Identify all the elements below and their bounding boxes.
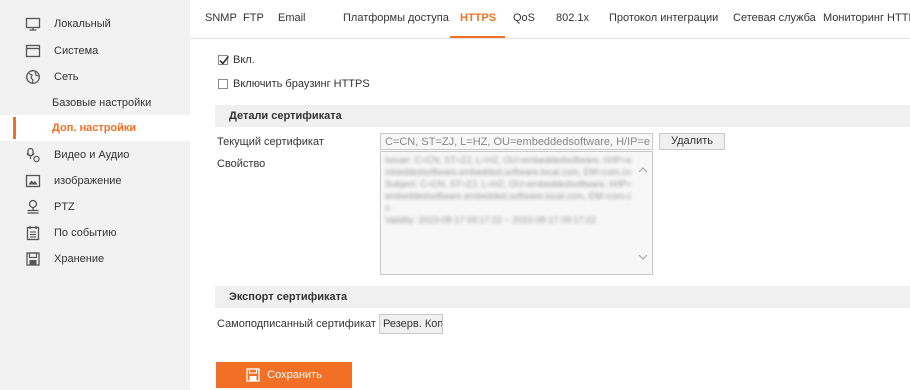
sidebar-item-system[interactable]: Система — [0, 38, 190, 64]
ptz-icon — [25, 199, 41, 215]
tab-bar: SNMP FTP Email Платформы доступа HTTPS Q… — [190, 0, 910, 39]
sidebar-item-local[interactable]: Локальный — [0, 11, 190, 37]
tab-qos[interactable]: QoS — [513, 12, 535, 24]
delete-button[interactable]: Удалить — [659, 133, 725, 150]
sidebar-item-label: PTZ — [54, 201, 75, 213]
save-icon — [246, 368, 260, 382]
sidebar-item-label: Система — [54, 45, 99, 57]
save-button[interactable]: Сохранить — [216, 362, 352, 388]
sidebar-item-storage[interactable]: Хранение — [0, 246, 190, 272]
image-icon — [25, 173, 41, 189]
self-signed-label: Самоподписанный сертификат — [217, 318, 376, 330]
sidebar-item-event[interactable]: По событию — [0, 220, 190, 246]
sidebar-item-label: Доп. настройки — [52, 122, 137, 134]
cert-details-header: Детали сертификата — [215, 105, 910, 127]
sidebar-item-basic-settings[interactable]: Базовые настройки — [0, 90, 190, 116]
scroll-down-icon[interactable] — [638, 254, 648, 261]
tab-http-monitoring[interactable]: Мониторинг HTTP — [823, 12, 910, 24]
video-audio-icon — [25, 147, 41, 163]
export-cert-title: Экспорт сертификата — [229, 291, 348, 303]
active-tab-underline — [450, 36, 505, 38]
tab-integration-protocol[interactable]: Протокол интеграции — [609, 12, 718, 24]
sidebar-item-label: По событию — [54, 227, 117, 239]
enable-label: Вкл. — [233, 54, 255, 66]
current-cert-field[interactable]: C=CN, ST=ZJ, L=HZ, OU=embeddedsoftware, … — [380, 133, 653, 150]
sidebar: Локальный Система Сеть Базовые настройки… — [0, 0, 190, 390]
tab-email[interactable]: Email — [278, 12, 306, 24]
tab-snmp[interactable]: SNMP — [205, 12, 237, 24]
property-textarea[interactable]: Issuer: C=CN, ST=ZJ, L=HZ, OU=embeddedso… — [380, 151, 653, 275]
sidebar-item-image[interactable]: изображение — [0, 168, 190, 194]
sidebar-item-video-audio[interactable]: Видео и Аудио — [0, 142, 190, 168]
sidebar-item-label: Локальный — [54, 18, 111, 30]
tab-ftp[interactable]: FTP — [243, 12, 264, 24]
tab-https[interactable]: HTTPS — [460, 12, 496, 24]
tab-network-service[interactable]: Сетевая служба — [733, 12, 816, 24]
save-label: Сохранить — [267, 369, 322, 381]
sidebar-item-network[interactable]: Сеть — [0, 64, 190, 90]
export-cert-header: Экспорт сертификата — [215, 286, 910, 308]
https-browsing-checkbox[interactable] — [218, 79, 228, 89]
tab-8021x[interactable]: 802.1x — [556, 12, 589, 24]
event-icon — [25, 225, 41, 241]
cert-details-title: Детали сертификата — [229, 110, 342, 122]
property-text: Issuer: C=CN, ST=ZJ, L=HZ, OU=embeddedso… — [385, 155, 632, 225]
https-browsing-label: Включить браузинг HTTPS — [233, 78, 370, 90]
current-cert-label: Текущий сертификат — [217, 136, 324, 148]
globe-icon — [25, 69, 41, 85]
sidebar-item-ptz[interactable]: PTZ — [0, 194, 190, 220]
storage-icon — [25, 251, 41, 267]
sidebar-item-label: Сеть — [54, 71, 79, 83]
tab-access-platforms[interactable]: Платформы доступа — [343, 12, 449, 24]
backup-button[interactable]: Резерв. Копи — [379, 314, 443, 334]
sidebar-item-label: Базовые настройки — [52, 97, 152, 109]
active-indicator — [13, 117, 16, 139]
property-label: Свойство — [217, 158, 266, 170]
enable-checkbox[interactable] — [218, 55, 230, 65]
monitor-icon — [25, 16, 41, 32]
checkmark-icon — [219, 55, 230, 65]
window-icon — [25, 43, 41, 59]
sidebar-item-label: Видео и Аудио — [54, 149, 130, 161]
sidebar-item-label: изображение — [54, 175, 122, 187]
sidebar-item-label: Хранение — [54, 253, 105, 265]
sidebar-item-advanced-settings[interactable]: Доп. настройки — [0, 115, 190, 141]
scroll-up-icon[interactable] — [638, 166, 648, 173]
